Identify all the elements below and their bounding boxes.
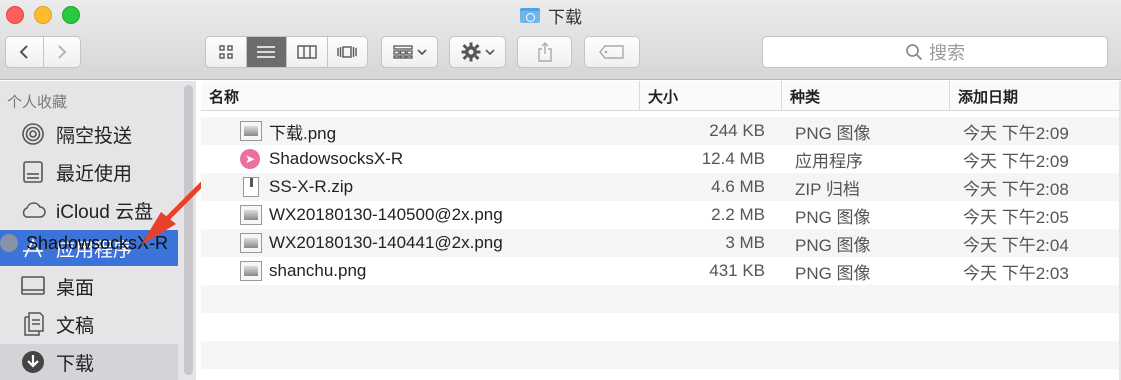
file-size-text: 4.6 MB (711, 177, 765, 196)
file-size-text: 12.4 MB (701, 149, 765, 168)
empty-row (201, 313, 1119, 341)
file-kind: ZIP 归档 (795, 173, 860, 201)
column-kind-header[interactable]: 种类 (781, 81, 949, 111)
file-size-text: 2.2 MB (711, 205, 765, 224)
file-name-text: shanchu.png (269, 261, 367, 280)
file-date-added-text: 今天 下午2:03 (963, 263, 1069, 283)
file-size: 431 KB (641, 257, 765, 285)
file-size-text: 3 MB (725, 233, 765, 252)
file-row[interactable]: 下载.png 244 KB PNG 图像 今天 下午2:09 (201, 117, 1119, 145)
empty-row (201, 341, 1119, 369)
file-name: WX20180130-140500@2x.png (239, 201, 503, 229)
file-kind: PNG 图像 (795, 257, 871, 285)
file-size: 3 MB (641, 229, 765, 257)
file-name: shanchu.png (239, 257, 366, 285)
file-size: 12.4 MB (641, 145, 765, 173)
file-size: 4.6 MB (641, 173, 765, 201)
file-name-text: 下载.png (269, 123, 337, 143)
file-size: 244 KB (641, 117, 765, 145)
file-kind: 应用程序 (795, 145, 863, 173)
column-header: 名称 大小 种类 添加日期 (201, 81, 1121, 111)
file-kind-text: PNG 图像 (795, 123, 871, 143)
file-row[interactable]: WX20180130-140441@2x.png 3 MB PNG 图像 今天 下午2… (201, 229, 1119, 257)
file-row[interactable]: shanchu.png 431 KB PNG 图像 今天 下午2:03 (201, 257, 1119, 285)
file-size: 2.2 MB (641, 201, 765, 229)
file-name-text: ShadowsocksX-R (269, 149, 404, 168)
file-kind: PNG 图像 (795, 117, 871, 145)
file-name-text: WX20180130-140441@2x.png (269, 233, 503, 252)
file-kind-text: 应用程序 (795, 151, 863, 171)
file-date-added-text: 今天 下午2:05 (963, 207, 1069, 227)
column-size-header[interactable]: 大小 (639, 81, 781, 111)
file-date-added: 今天 下午2:09 (963, 117, 1069, 145)
file-name-text: WX20180130-140500@2x.png (269, 205, 503, 224)
file-date-added-text: 今天 下午2:09 (963, 151, 1069, 171)
file-date-added-text: 今天 下午2:08 (963, 179, 1069, 199)
file-size-text: 244 KB (709, 121, 765, 140)
file-row[interactable]: WX20180130-140500@2x.png 2.2 MB PNG 图像 今天 下… (201, 201, 1119, 229)
file-date-added: 今天 下午2:09 (963, 145, 1069, 173)
file-kind-text: PNG 图像 (795, 235, 871, 255)
file-kind: PNG 图像 (795, 229, 871, 257)
file-date-added: 今天 下午2:08 (963, 173, 1069, 201)
file-name: SS-X-R.zip (239, 173, 353, 201)
file-row[interactable]: ➤ ShadowsocksX-R 12.4 MB 应用程序 今天 下午2:09 (201, 145, 1119, 173)
file-date-added: 今天 下午2:04 (963, 229, 1069, 257)
file-kind: PNG 图像 (795, 201, 871, 229)
file-kind-text: PNG 图像 (795, 207, 871, 227)
file-list: 名称 大小 种类 添加日期 下载.png 244 KB PNG 图像 今天 下午2:0… (201, 81, 1121, 380)
file-name: 下载.png (239, 117, 336, 145)
file-name: WX20180130-140441@2x.png (239, 229, 503, 257)
empty-row (201, 285, 1119, 313)
column-name-header[interactable]: 名称 (201, 81, 639, 111)
file-row[interactable]: SS-X-R.zip 4.6 MB ZIP 归档 今天 下午2:08 (201, 173, 1119, 201)
file-kind-text: ZIP 归档 (795, 179, 860, 199)
file-date-added: 今天 下午2:03 (963, 257, 1069, 285)
file-date-added-text: 今天 下午2:09 (963, 123, 1069, 143)
file-name: ShadowsocksX-R (239, 145, 403, 173)
file-name-text: SS-X-R.zip (269, 177, 354, 196)
file-size-text: 431 KB (709, 261, 765, 280)
file-date-added: 今天 下午2:05 (963, 201, 1069, 229)
column-date-header[interactable]: 添加日期 (949, 81, 1121, 111)
file-date-added-text: 今天 下午2:04 (963, 235, 1069, 255)
file-kind-text: PNG 图像 (795, 263, 871, 283)
